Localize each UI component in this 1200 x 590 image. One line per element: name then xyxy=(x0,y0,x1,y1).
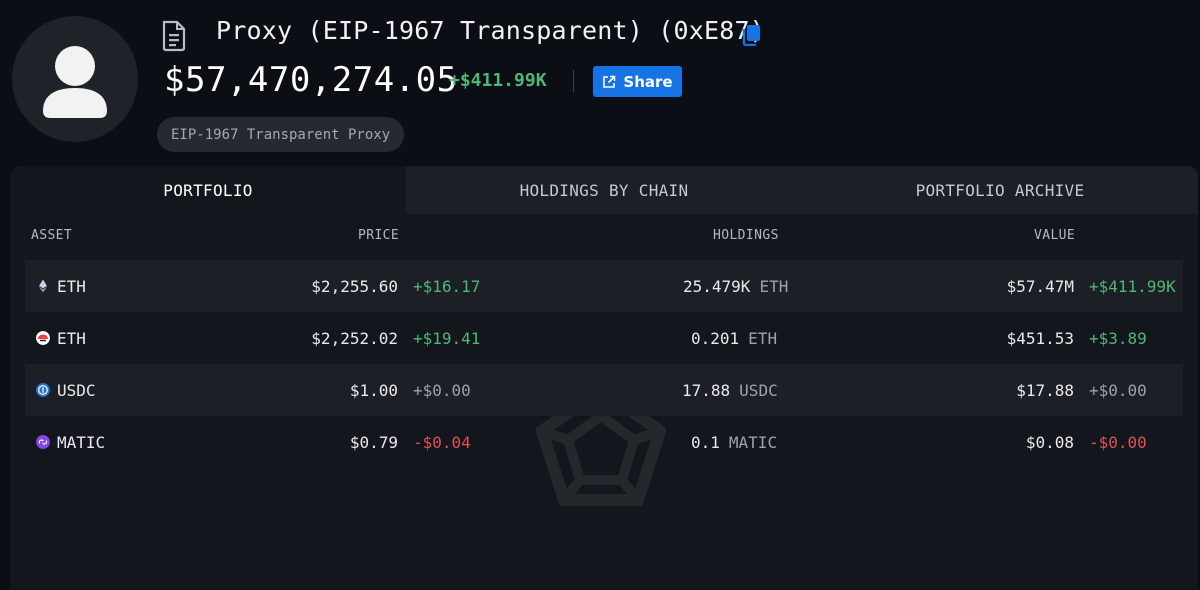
column-header-price: PRICE xyxy=(358,228,400,243)
holdings-amount: 17.88 xyxy=(682,380,731,400)
column-header-asset: ASSET xyxy=(31,228,73,243)
price: $2,255.60 xyxy=(311,276,398,296)
value: $451.53 xyxy=(1006,328,1074,348)
share-button[interactable]: Share xyxy=(593,66,682,97)
usdc-icon xyxy=(36,383,50,397)
entity-header: Proxy (EIP-1967 Transparent) (0xE87) $57… xyxy=(0,0,1200,166)
tab-portfolio-archive[interactable]: PORTFOLIO ARCHIVE xyxy=(802,166,1198,214)
table-row[interactable]: ETH $2,255.60 +$16.17 25.479K ETH $57.47… xyxy=(25,260,1183,312)
asset-name[interactable]: ETH xyxy=(57,277,86,296)
copy-icon[interactable] xyxy=(742,24,762,46)
tab-bar: PORTFOLIO HOLDINGS BY CHAIN PORTFOLIO AR… xyxy=(10,166,1198,214)
value: $17.88 xyxy=(1016,380,1074,400)
price-change: +$19.41 xyxy=(413,328,481,348)
price-change: +$16.17 xyxy=(413,276,481,296)
price: $1.00 xyxy=(349,380,398,400)
tab-holdings-by-chain[interactable]: HOLDINGS BY CHAIN xyxy=(406,166,802,214)
share-label: Share xyxy=(623,72,673,91)
holdings-symbol: MATIC xyxy=(728,432,778,452)
price: $0.79 xyxy=(349,432,398,452)
value-change: +$3.89 xyxy=(1089,328,1147,348)
ethereum-icon xyxy=(39,279,47,293)
asset-name[interactable]: ETH xyxy=(57,329,86,348)
entity-tag[interactable]: EIP-1967 Transparent Proxy xyxy=(157,117,405,152)
holdings-amount: 0.201 xyxy=(691,328,740,348)
user-avatar-icon xyxy=(43,46,107,118)
table-row[interactable]: MATIC $0.79 -$0.04 0.1 MATIC $0.08 -$0.0… xyxy=(25,416,1183,468)
value: $57.47M xyxy=(1006,276,1074,296)
total-balance: $57,470,274.05 xyxy=(164,60,458,100)
portfolio-panel: PORTFOLIO HOLDINGS BY CHAIN PORTFOLIO AR… xyxy=(10,166,1198,590)
tab-portfolio[interactable]: PORTFOLIO xyxy=(10,166,406,214)
avatar xyxy=(12,16,138,142)
external-link-icon xyxy=(603,75,616,88)
table-row[interactable]: ETH $2,252.02 +$19.41 0.201 ETH $451.53 … xyxy=(25,312,1183,364)
holdings-symbol: ETH xyxy=(759,276,789,296)
page-title: Proxy (EIP-1967 Transparent) (0xE87) xyxy=(216,16,766,45)
value-change: +$411.99K xyxy=(1089,276,1176,296)
holdings-symbol: ETH xyxy=(748,328,778,348)
holdings-amount: 25.479K xyxy=(683,276,751,296)
eth-red-chain-icon xyxy=(36,331,50,345)
value-change: -$0.00 xyxy=(1089,432,1147,452)
value: $0.08 xyxy=(1025,432,1074,452)
price-change: +$0.00 xyxy=(413,380,471,400)
price-change: -$0.04 xyxy=(413,432,471,452)
column-header-value: VALUE xyxy=(1034,228,1076,243)
price: $2,252.02 xyxy=(311,328,398,348)
balance-change: +$411.99K xyxy=(449,70,547,91)
value-change: +$0.00 xyxy=(1089,380,1147,400)
asset-name[interactable]: USDC xyxy=(57,381,96,400)
table-row[interactable]: USDC $1.00 +$0.00 17.88 USDC $17.88 +$0.… xyxy=(25,364,1183,416)
matic-icon xyxy=(36,435,50,449)
holdings-symbol: USDC xyxy=(739,380,778,400)
divider xyxy=(573,70,574,92)
document-icon xyxy=(162,20,186,52)
holdings-amount: 0.1 xyxy=(691,432,720,452)
asset-name[interactable]: MATIC xyxy=(57,433,105,452)
column-header-holdings: HOLDINGS xyxy=(713,228,779,243)
